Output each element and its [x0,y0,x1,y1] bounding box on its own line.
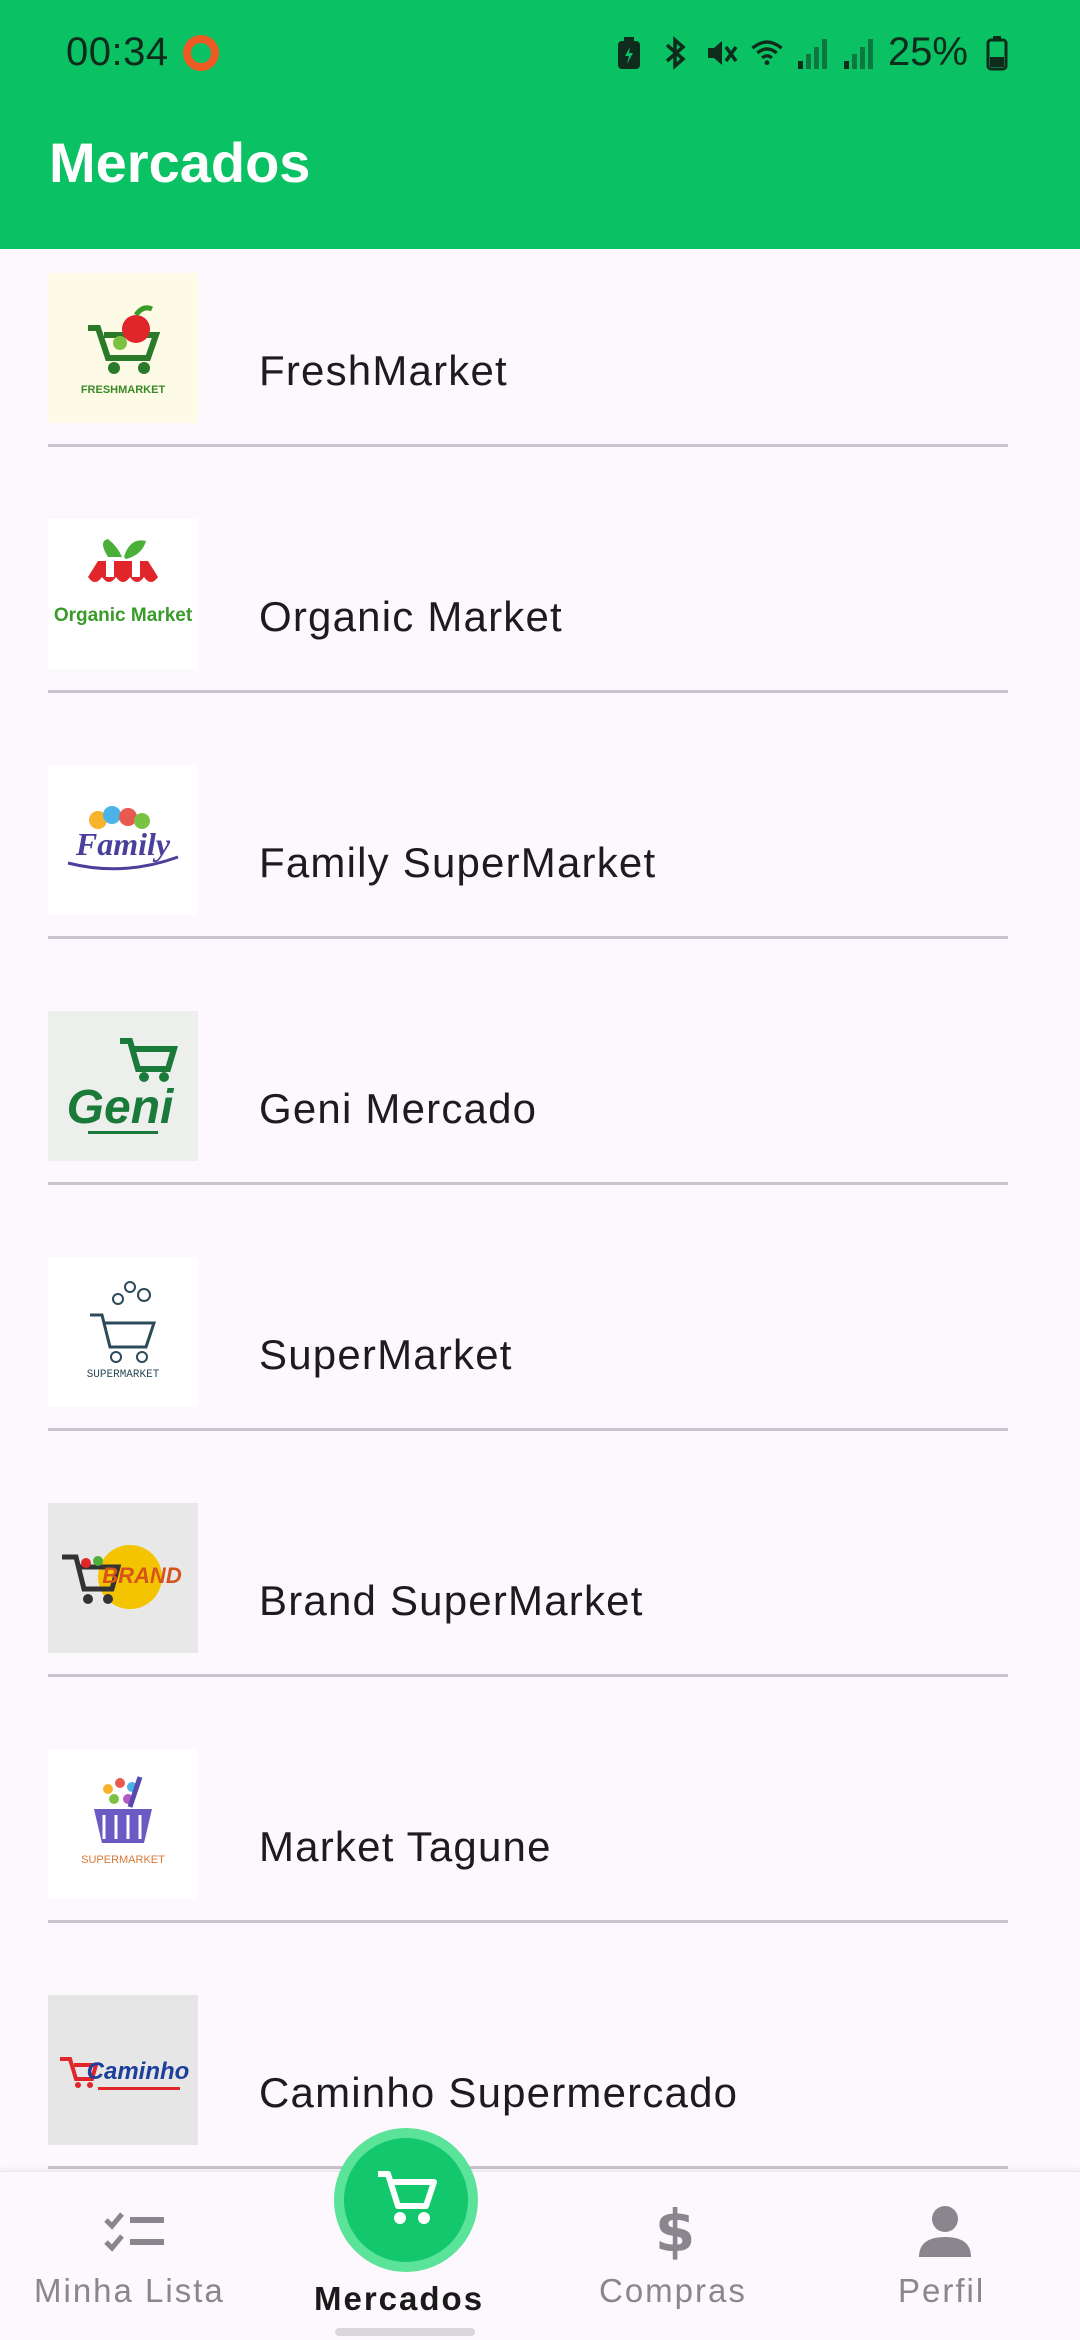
app-bar: 00:34 25% Mercados [0,0,1080,249]
recording-icon [182,34,219,71]
family-logo-text: Family [75,826,171,862]
mercados-fab[interactable] [334,2128,478,2272]
market-name: Market Tagune [259,1823,552,1870]
supermarket-logo: SUPERMARKET [48,1257,198,1407]
market-name: Brand SuperMarket [259,1577,644,1624]
battery-saver-icon [612,35,646,71]
market-name: Geni Mercado [259,1085,538,1132]
status-time: 00:34 [66,30,169,74]
person-icon [910,2196,980,2266]
status-bar: 00:34 25% [0,0,1080,105]
supermarket-logo-text: SUPERMARKET [87,1369,160,1381]
market-item-organic-market[interactable]: Organic Market Organic Market [0,495,1080,741]
market-name: SuperMarket [259,1331,513,1378]
checklist-icon [100,2196,170,2266]
home-indicator [335,2328,475,2336]
bottom-navigation: Minha Lista Mercados $ Compras Perfil [0,2171,1080,2340]
market-item-family-supermarket[interactable]: Family Family SuperMarket [0,741,1080,987]
wifi-icon [750,35,784,71]
fresh-market-logo: FRESHMARKET [48,273,198,423]
dollar-icon: $ [640,2196,710,2266]
brand-supermarket-logo: BRAND [48,1503,198,1653]
nav-label: Compras [599,2272,747,2309]
family-supermarket-logo: Family [48,765,198,915]
bluetooth-icon [658,35,692,71]
fab-inner [344,2138,468,2262]
vibrate-mute-icon [704,35,738,71]
organic-logo-text: Organic Market [54,605,193,626]
market-item-geni-mercado[interactable]: Geni Geni Mercado [0,987,1080,1233]
list-divider [48,1674,1008,1677]
organic-market-logo: Organic Market [48,519,198,669]
list-divider [48,444,1008,447]
nav-label-active: Mercados [314,2280,485,2317]
market-tagune-logo: SUPERMARKET [48,1749,198,1899]
fresh-market-logo-text: FRESHMARKET [81,384,166,396]
status-icons: 25% [612,30,1014,75]
market-item-brand-supermarket[interactable]: BRAND Brand SuperMarket [0,1479,1080,1725]
signal-icon [796,35,830,71]
caminho-logo-text: Caminho [87,2058,190,2085]
market-name: FreshMarket [259,347,508,394]
cart-icon [374,2166,438,2235]
caminho-supermercado-logo: Caminho [48,1995,198,2145]
market-list[interactable]: FRESHMARKET FreshMarket Organic Market O… [0,249,1080,2171]
market-item-freshmarket[interactable]: FRESHMARKET FreshMarket [0,249,1080,495]
nav-compras[interactable]: $ Compras [540,2172,810,2340]
battery-percentage: 25% [887,30,968,74]
list-divider [48,2166,1008,2169]
nav-label: Perfil [898,2272,986,2309]
list-divider [48,1182,1008,1185]
battery-icon [980,35,1014,71]
brand-logo-text: BRAND [102,1563,182,1588]
list-divider [48,1428,1008,1431]
nav-label: Minha Lista [34,2272,225,2309]
list-divider [48,1920,1008,1923]
svg-text:$: $ [655,2201,695,2261]
market-name: Caminho Supermercado [259,2069,739,2116]
market-name: Family SuperMarket [259,839,657,886]
list-divider [48,690,1008,693]
market-item-market-tagune[interactable]: SUPERMARKET Market Tagune [0,1725,1080,1971]
geni-mercado-logo: Geni [48,1011,198,1161]
page-title: Mercados [49,131,311,194]
market-item-supermarket[interactable]: SUPERMARKET SuperMarket [0,1233,1080,1479]
signal-icon-2 [842,35,876,71]
market-item-caminho-supermercado[interactable]: Caminho Caminho Supermercado [0,1971,1080,2171]
list-divider [48,936,1008,939]
nav-perfil[interactable]: Perfil [810,2172,1080,2340]
tagune-logo-text: SUPERMARKET [81,1854,165,1866]
nav-minha-lista[interactable]: Minha Lista [0,2172,270,2340]
status-time-wrap: 00:34 [66,30,219,75]
geni-logo-text: Geni [67,1081,175,1134]
market-name: Organic Market [259,593,563,640]
